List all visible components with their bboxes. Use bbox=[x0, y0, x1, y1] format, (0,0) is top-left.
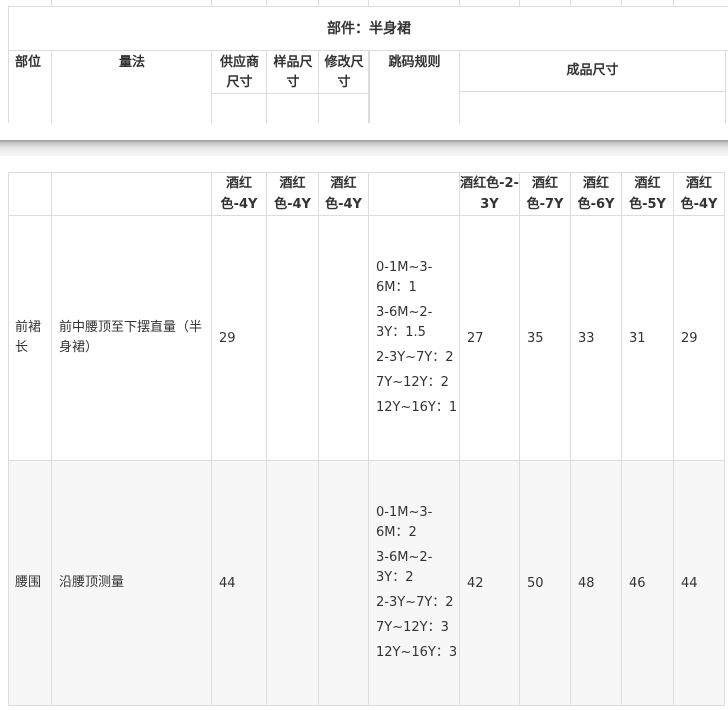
section-title: 部件：半身裙 bbox=[8, 6, 728, 51]
part-name: 腰围 bbox=[8, 460, 52, 706]
finished-size-value: 27 bbox=[459, 215, 520, 461]
header-method: 量法 bbox=[51, 51, 212, 123]
finished-size-value: 35 bbox=[519, 215, 571, 461]
header-sample-size: 样品尺寸 bbox=[266, 51, 319, 123]
finished-size-value: 50 bbox=[519, 460, 571, 706]
part-name: 前裙长 bbox=[8, 215, 52, 461]
finished-size-header: 酒红色-6Y bbox=[570, 172, 622, 216]
header-revised-size: 修改尺寸 bbox=[318, 51, 370, 123]
finished-size-header: 酒红色-4Y bbox=[673, 172, 725, 216]
empty-cell bbox=[51, 172, 212, 216]
header-revised-size-label: 修改尺寸 bbox=[319, 51, 369, 94]
section-divider bbox=[0, 140, 728, 156]
supplier-size-header: 酒红色-4Y bbox=[211, 172, 267, 216]
sample-size-value bbox=[266, 215, 319, 461]
header-supplier-size: 供应商尺寸 bbox=[211, 51, 267, 123]
grading-rules: 0-1M~3-6M：2 3-6M~2-3Y：2 2-3Y~7Y：2 7Y~12Y… bbox=[368, 460, 460, 706]
empty-cell bbox=[8, 172, 52, 216]
grading-rule: 3-6M~2-3Y：1.5 bbox=[376, 305, 433, 340]
revised-size-header: 酒红色-4Y bbox=[318, 172, 369, 216]
finished-size-header: 酒红色-5Y bbox=[621, 172, 674, 216]
header-finished-size: 成品尺寸 bbox=[459, 51, 726, 123]
revised-size-value bbox=[318, 460, 369, 706]
finished-size-value: 48 bbox=[570, 460, 622, 706]
finished-size-value: 46 bbox=[621, 460, 674, 706]
finished-size-header: 酒红色-7Y bbox=[519, 172, 571, 216]
header-method-label: 量法 bbox=[118, 55, 145, 70]
empty-cell bbox=[368, 172, 460, 216]
finished-size-value: 31 bbox=[621, 215, 674, 461]
table-row: 腰围 沿腰顶测量 44 0-1M~3-6M：2 3-6M~2-3Y：2 2-3Y… bbox=[8, 460, 725, 706]
header-part-label: 部位 bbox=[15, 55, 42, 70]
grading-rule: 7Y~12Y：2 bbox=[376, 375, 449, 390]
grading-rule: 0-1M~3-6M：2 bbox=[376, 505, 433, 540]
finished-size-value: 42 bbox=[459, 460, 520, 706]
table-row: 前裙长 前中腰顶至下摆直量（半身裙） 29 0-1M~3-6M：1 3-6M~2… bbox=[8, 215, 725, 461]
grading-rule: 3-6M~2-3Y：2 bbox=[376, 550, 433, 585]
sample-size-value bbox=[266, 460, 319, 706]
finished-size-value: 44 bbox=[673, 460, 725, 706]
grading-rule: 12Y~16Y：1 bbox=[376, 400, 458, 415]
supplier-size-value: 29 bbox=[211, 215, 267, 461]
grading-rule: 12Y~16Y：3 bbox=[376, 645, 458, 660]
supplier-size-value: 44 bbox=[211, 460, 267, 706]
header-grading-rule: 跳码规则 bbox=[368, 51, 460, 123]
grading-rules: 0-1M~3-6M：1 3-6M~2-3Y：1.5 2-3Y~7Y：2 7Y~1… bbox=[368, 215, 460, 461]
grading-rule: 7Y~12Y：3 bbox=[376, 620, 449, 635]
header-sample-size-label: 样品尺寸 bbox=[267, 51, 319, 94]
grading-rule: 2-3Y~7Y：2 bbox=[376, 350, 454, 365]
header-part: 部位 bbox=[8, 51, 52, 123]
finished-size-header: 酒红色-2-3Y bbox=[459, 172, 520, 216]
finished-size-value: 33 bbox=[570, 215, 622, 461]
sample-size-header: 酒红色-4Y bbox=[266, 172, 319, 216]
size-table: 酒红色-4Y 酒红色-4Y 酒红色-4Y 酒红色-2-3Y 酒红色-7Y 酒红色… bbox=[8, 172, 725, 706]
grading-rule: 0-1M~3-6M：1 bbox=[376, 260, 433, 295]
finished-size-value: 29 bbox=[673, 215, 725, 461]
header-supplier-size-label: 供应商尺寸 bbox=[212, 51, 267, 94]
grading-rule: 2-3Y~7Y：2 bbox=[376, 595, 454, 610]
section-title-text: 部件：半身裙 bbox=[327, 21, 411, 37]
header-finished-size-label: 成品尺寸 bbox=[460, 51, 725, 92]
method-text: 沿腰顶测量 bbox=[51, 460, 212, 706]
header-grading-rule-label: 跳码规则 bbox=[388, 55, 441, 70]
method-text: 前中腰顶至下摆直量（半身裙） bbox=[51, 215, 212, 461]
size-header-row: 酒红色-4Y 酒红色-4Y 酒红色-4Y 酒红色-2-3Y 酒红色-7Y 酒红色… bbox=[8, 172, 725, 216]
revised-size-value bbox=[318, 215, 369, 461]
